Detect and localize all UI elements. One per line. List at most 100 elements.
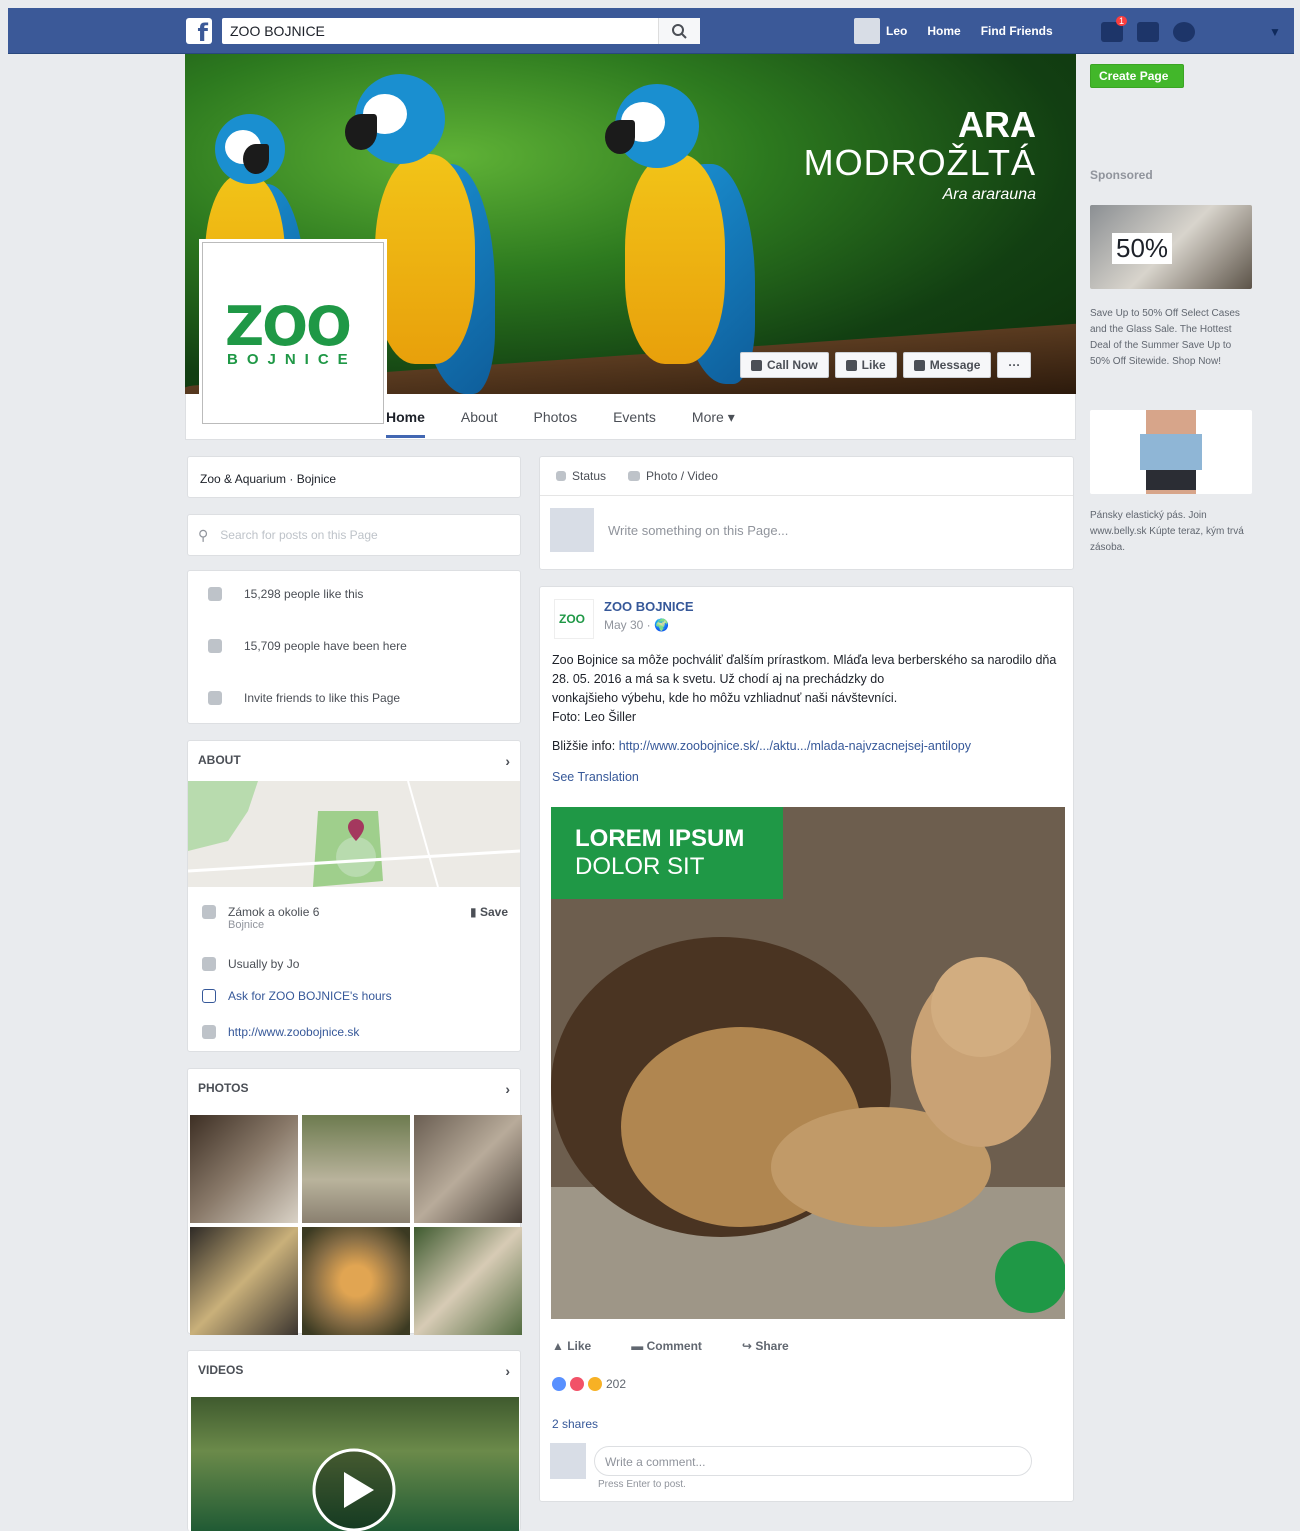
thumbs-up-icon: ▲ bbox=[552, 1339, 568, 1353]
avatar bbox=[550, 1443, 586, 1479]
invite-link[interactable]: Invite friends to like this Page bbox=[244, 691, 400, 705]
see-translation-link[interactable]: See Translation bbox=[552, 768, 1061, 787]
page-stats-card: 15,298 people like this 15,709 people ha… bbox=[187, 570, 521, 724]
photos-grid bbox=[190, 1115, 522, 1335]
tab-events[interactable]: Events bbox=[613, 409, 656, 425]
likes-icon bbox=[208, 587, 222, 601]
photos-card: PHOTOS › bbox=[187, 1068, 522, 1335]
comment-row: Write a comment... bbox=[550, 1443, 1032, 1479]
more-info-link[interactable]: http://www.zoobojnice.sk/.../aktu.../mla… bbox=[619, 739, 971, 753]
avatar bbox=[550, 508, 594, 552]
reaction-count: 202 bbox=[606, 1377, 627, 1391]
website-link[interactable]: http://www.zoobojnice.sk bbox=[228, 1025, 359, 1039]
chevron-right-icon[interactable]: › bbox=[505, 753, 510, 769]
post-image-title-2: DOLOR SIT bbox=[575, 853, 705, 880]
tab-photos[interactable]: Photos bbox=[534, 409, 578, 425]
video-thumbnail[interactable] bbox=[191, 1397, 519, 1531]
ask-hours-link[interactable]: Ask for ZOO BOJNICE's hours bbox=[228, 989, 392, 1003]
messages-icon[interactable] bbox=[1137, 22, 1159, 42]
address-city: Bojnice bbox=[228, 919, 265, 931]
checkin-icon bbox=[208, 639, 222, 653]
comment-input[interactable]: Write a comment... bbox=[594, 1446, 1032, 1476]
composer-write-row[interactable]: Write something on this Page... bbox=[540, 496, 1073, 564]
photo-thumbnail[interactable] bbox=[414, 1227, 522, 1335]
page-tabs: Home About Photos Events More ▾ bbox=[386, 394, 735, 440]
post-composer: Status Photo / Video Write something on … bbox=[539, 456, 1074, 570]
like-page-button[interactable]: Like bbox=[834, 352, 897, 378]
user-name: Leo bbox=[886, 24, 908, 38]
invite-icon bbox=[208, 691, 222, 705]
home-link[interactable]: Home bbox=[927, 24, 960, 38]
post-text: Zoo Bojnice sa môže pochváliť ďalším prí… bbox=[540, 651, 1073, 787]
love-reaction-icon bbox=[570, 1377, 584, 1391]
post-timestamp[interactable]: May 30 · 🌍 bbox=[604, 618, 694, 632]
find-friends-link[interactable]: Find Friends bbox=[981, 24, 1053, 38]
create-page-button[interactable]: Create Page bbox=[1090, 64, 1184, 88]
save-location-button[interactable]: ▮ Save bbox=[470, 905, 508, 919]
chevron-right-icon[interactable]: › bbox=[505, 1363, 510, 1379]
photos-header[interactable]: PHOTOS › bbox=[188, 1069, 520, 1109]
chevron-right-icon[interactable]: › bbox=[505, 1081, 510, 1097]
search-input[interactable]: ZOO BOJNICE bbox=[222, 18, 700, 44]
invite-row[interactable]: Invite friends to like this Page bbox=[208, 691, 400, 705]
cover-title-line2: MODROŽLTÁ bbox=[803, 142, 1036, 183]
post-image-title-box: LOREM IPSUM DOLOR SIT bbox=[551, 807, 783, 899]
videos-header[interactable]: VIDEOS › bbox=[188, 1351, 520, 1391]
like-button[interactable]: ▲ Like bbox=[552, 1339, 591, 1353]
visits-row: 15,709 people have been here bbox=[208, 639, 407, 653]
profile-link[interactable]: Leo bbox=[854, 18, 907, 44]
tab-home[interactable]: Home bbox=[386, 396, 425, 438]
post-more-info: Bližšie info: http://www.zoobojnice.sk/.… bbox=[552, 737, 1061, 756]
friend-requests-icon[interactable]: 1 bbox=[1101, 16, 1127, 42]
location-map[interactable] bbox=[188, 781, 520, 887]
page-profile-picture[interactable]: ZOO BOJNICE bbox=[202, 242, 384, 424]
ad-text[interactable]: Save Up to 50% Off Select Cases and the … bbox=[1090, 306, 1250, 370]
call-now-button[interactable]: Call Now bbox=[740, 352, 829, 378]
photo-thumbnail[interactable] bbox=[414, 1115, 522, 1223]
post-image[interactable]: LOREM IPSUM DOLOR SIT bbox=[551, 807, 1065, 1319]
question-icon bbox=[202, 989, 216, 1003]
tab-more[interactable]: More ▾ bbox=[692, 409, 735, 426]
page-post: ZOO ZOO BOJNICE May 30 · 🌍 Zoo Bojnice s… bbox=[539, 586, 1074, 1502]
play-icon[interactable] bbox=[311, 1447, 397, 1531]
account-menu-caret-icon[interactable]: ▼ bbox=[1269, 25, 1281, 39]
notifications-globe-icon[interactable] bbox=[1173, 22, 1195, 42]
photo-thumbnail[interactable] bbox=[190, 1227, 298, 1335]
photo-video-tab[interactable]: Photo / Video bbox=[628, 469, 718, 483]
globe-icon bbox=[202, 1025, 216, 1039]
photo-thumbnail[interactable] bbox=[302, 1115, 410, 1223]
reactions-summary[interactable]: 202 bbox=[552, 1377, 626, 1391]
comment-button[interactable]: ▬ Comment bbox=[631, 1339, 702, 1353]
page-search-box[interactable]: ⚲ Search for posts on this Page bbox=[187, 514, 521, 556]
cover-action-buttons: Call Now Like Message ··· bbox=[740, 352, 1032, 378]
message-button[interactable]: Message bbox=[902, 352, 992, 378]
ad-text[interactable]: Pánsky elastický pás. Join www.belly.sk … bbox=[1090, 508, 1250, 556]
about-header[interactable]: ABOUT › bbox=[188, 741, 520, 781]
address-row: Zámok a okolie 6 Bojnice bbox=[202, 905, 319, 931]
search-button[interactable] bbox=[658, 18, 700, 44]
ad-image[interactable] bbox=[1090, 410, 1252, 494]
post-photo-credit: Foto: Leo Šiller bbox=[552, 710, 637, 724]
website-row[interactable]: http://www.zoobojnice.sk bbox=[202, 1025, 359, 1039]
composer-placeholder[interactable]: Write something on this Page... bbox=[608, 523, 788, 538]
visits-count: 15,709 people have been here bbox=[244, 639, 407, 653]
pencil-icon bbox=[556, 471, 566, 481]
help-icon[interactable] bbox=[1233, 22, 1255, 42]
cover-title: ARA MODROŽLTÁ Ara ararauna bbox=[804, 106, 1036, 204]
post-author-name[interactable]: ZOO BOJNICE bbox=[604, 599, 694, 614]
status-tab[interactable]: Status bbox=[556, 469, 606, 483]
like-reaction-icon bbox=[552, 1377, 566, 1391]
facebook-logo-icon[interactable]: f bbox=[186, 18, 212, 47]
tab-about[interactable]: About bbox=[461, 409, 498, 425]
shares-count[interactable]: 2 shares bbox=[552, 1417, 598, 1431]
post-author-avatar[interactable]: ZOO bbox=[554, 599, 594, 639]
more-options-button[interactable]: ··· bbox=[997, 352, 1032, 378]
search-icon bbox=[672, 24, 687, 39]
share-button[interactable]: ↪ Share bbox=[742, 1339, 789, 1353]
photo-thumbnail[interactable] bbox=[190, 1115, 298, 1223]
ask-hours-row[interactable]: Ask for ZOO BOJNICE's hours bbox=[202, 989, 392, 1003]
composer-tabs: Status Photo / Video bbox=[540, 457, 1073, 496]
post-actions: ▲ Like ▬ Comment ↪ Share bbox=[552, 1339, 789, 1353]
photo-thumbnail[interactable] bbox=[302, 1227, 410, 1335]
ad-image[interactable]: 50% bbox=[1090, 205, 1252, 289]
